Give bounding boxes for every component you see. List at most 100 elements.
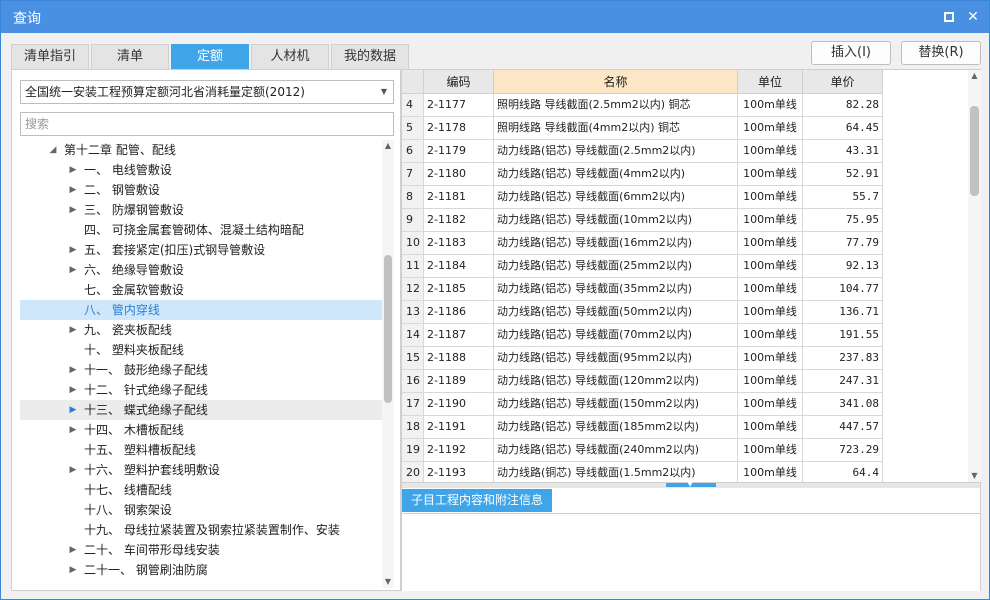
row-index[interactable]: 13 [402,301,424,324]
tree-node[interactable]: ▶ 十二、 针式绝缘子配线 [20,380,382,400]
cell-name[interactable]: 动力线路(铝芯) 导线截面(2.5mm2以内) [494,140,738,163]
cell-unit[interactable]: 100m单线 [738,209,803,232]
tree-node[interactable]: ▶ 一、 电线管敷设 [20,160,382,180]
cell-code[interactable]: 2-1179 [424,140,494,163]
tree-node[interactable]: ▶ 六、 绝缘导管敷设 [20,260,382,280]
table-row[interactable]: 14 2-1187 动力线路(铝芯) 导线截面(70mm2以内) 100m单线 191.… [402,324,968,347]
cell-name[interactable]: 动力线路(铝芯) 导线截面(185mm2以内) [494,416,738,439]
tab-labor-material-machine[interactable]: 人材机 [251,44,329,69]
cell-code[interactable]: 2-1187 [424,324,494,347]
cell-price[interactable]: 82.28 [803,94,883,117]
cell-unit[interactable]: 100m单线 [738,117,803,140]
scroll-down-icon[interactable]: ▼ [968,470,981,482]
cell-code[interactable]: 2-1177 [424,94,494,117]
cell-name[interactable]: 动力线路(铝芯) 导线截面(4mm2以内) [494,163,738,186]
tree-node[interactable]: ◢ 第十二章 配管、配线 [20,140,382,160]
table-row[interactable]: 11 2-1184 动力线路(铝芯) 导线截面(25mm2以内) 100m单线 92.1… [402,255,968,278]
row-index[interactable]: 17 [402,393,424,416]
cell-unit[interactable]: 100m单线 [738,462,803,482]
cell-name[interactable]: 动力线路(铝芯) 导线截面(70mm2以内) [494,324,738,347]
row-index[interactable]: 8 [402,186,424,209]
cell-name[interactable]: 动力线路(铝芯) 导线截面(95mm2以内) [494,347,738,370]
cell-unit[interactable]: 100m单线 [738,232,803,255]
cell-name[interactable]: 动力线路(铝芯) 导线截面(35mm2以内) [494,278,738,301]
tab-quota[interactable]: 定额 [171,44,249,69]
cell-unit[interactable]: 100m单线 [738,439,803,462]
table-header-code[interactable]: 编码 [424,70,494,94]
table-row[interactable]: 12 2-1185 动力线路(铝芯) 导线截面(35mm2以内) 100m单线 104.… [402,278,968,301]
cell-price[interactable]: 104.77 [803,278,883,301]
table-row[interactable]: 4 2-1177 照明线路 导线截面(2.5mm2以内) 铜芯 100m单线 82.28 [402,94,968,117]
table-header-name[interactable]: 名称 [494,70,738,94]
cell-unit[interactable]: 100m单线 [738,186,803,209]
cell-price[interactable]: 64.4 [803,462,883,482]
row-index[interactable]: 20 [402,462,424,482]
tree-scrollbar[interactable]: ▲ ▼ [382,140,394,588]
table-row[interactable]: 7 2-1180 动力线路(铝芯) 导线截面(4mm2以内) 100m单线 52.91 [402,163,968,186]
cell-code[interactable]: 2-1186 [424,301,494,324]
cell-name[interactable]: 动力线路(铝芯) 导线截面(150mm2以内) [494,393,738,416]
cell-price[interactable]: 43.31 [803,140,883,163]
tree-node[interactable]: 四、 可挠金属套管砌体、混凝土结构暗配 [20,220,382,240]
tree-node[interactable]: ▶ 二十、 车间带形母线安装 [20,540,382,560]
cell-name[interactable]: 照明线路 导线截面(4mm2以内) 铜芯 [494,117,738,140]
expand-arrow-icon[interactable]: ▶ [68,560,78,580]
expand-arrow-icon[interactable]: ▶ [68,320,78,340]
tree-node[interactable]: 十五、 塑料槽板配线 [20,440,382,460]
tab-item-notes[interactable]: 子目工程内容和附注信息 [402,489,552,512]
row-index[interactable]: 15 [402,347,424,370]
collapse-arrow-icon[interactable]: ◢ [48,140,58,160]
table-row[interactable]: 5 2-1178 照明线路 导线截面(4mm2以内) 铜芯 100m单线 64.45 [402,117,968,140]
row-index[interactable]: 6 [402,140,424,163]
tab-bill[interactable]: 清单 [91,44,169,69]
tree-node[interactable]: ▶ 三、 防爆钢管敷设 [20,200,382,220]
row-index[interactable]: 4 [402,94,424,117]
cell-name[interactable]: 动力线路(铝芯) 导线截面(6mm2以内) [494,186,738,209]
close-icon[interactable]: ✕ [963,7,983,27]
tree-node[interactable]: 八、 管内穿线 [20,300,382,320]
tab-bill-guide[interactable]: 清单指引 [11,44,89,69]
expand-arrow-icon[interactable]: ▶ [68,380,78,400]
scroll-up-icon[interactable]: ▲ [382,140,394,152]
row-index[interactable]: 18 [402,416,424,439]
replace-button[interactable]: 替换(R) [901,41,981,65]
cell-price[interactable]: 64.45 [803,117,883,140]
row-index[interactable]: 11 [402,255,424,278]
splitter-grip[interactable]: ▼ [666,479,716,488]
cell-price[interactable]: 92.13 [803,255,883,278]
expand-arrow-icon[interactable]: ▶ [68,400,78,420]
table-scrollbar[interactable]: ▲ ▼ [968,70,981,482]
expand-arrow-icon[interactable]: ▶ [68,540,78,560]
cell-code[interactable]: 2-1190 [424,393,494,416]
cell-unit[interactable]: 100m单线 [738,416,803,439]
table-row[interactable]: 18 2-1191 动力线路(铝芯) 导线截面(185mm2以内) 100m单线 447… [402,416,968,439]
expand-arrow-icon[interactable]: ▶ [68,180,78,200]
tree-node[interactable]: ▶ 十三、 蝶式绝缘子配线 [20,400,382,420]
cell-price[interactable]: 341.08 [803,393,883,416]
cell-price[interactable]: 55.7 [803,186,883,209]
table-row[interactable]: 6 2-1179 动力线路(铝芯) 导线截面(2.5mm2以内) 100m单线 43.3… [402,140,968,163]
cell-code[interactable]: 2-1184 [424,255,494,278]
row-index[interactable]: 14 [402,324,424,347]
scroll-thumb[interactable] [384,255,392,403]
cell-name[interactable]: 动力线路(铝芯) 导线截面(25mm2以内) [494,255,738,278]
tree-node[interactable]: ▶ 十一、 鼓形绝缘子配线 [20,360,382,380]
table-row[interactable]: 13 2-1186 动力线路(铝芯) 导线截面(50mm2以内) 100m单线 136.… [402,301,968,324]
search-input[interactable]: 搜索 [20,112,394,136]
row-index[interactable]: 16 [402,370,424,393]
row-index[interactable]: 10 [402,232,424,255]
expand-arrow-icon[interactable]: ▶ [68,160,78,180]
cell-price[interactable]: 75.95 [803,209,883,232]
table-row[interactable]: 20 2-1193 动力线路(铜芯) 导线截面(1.5mm2以内) 100m单线 64.… [402,462,968,482]
tree-node[interactable]: ▶ 二十一、 钢管刷油防腐 [20,560,382,580]
cell-unit[interactable]: 100m单线 [738,301,803,324]
table-row[interactable]: 8 2-1181 动力线路(铝芯) 导线截面(6mm2以内) 100m单线 55.7 [402,186,968,209]
table-row[interactable]: 15 2-1188 动力线路(铝芯) 导线截面(95mm2以内) 100m单线 237.… [402,347,968,370]
cell-price[interactable]: 247.31 [803,370,883,393]
expand-arrow-icon[interactable]: ▶ [68,200,78,220]
cell-price[interactable]: 237.83 [803,347,883,370]
row-index[interactable]: 5 [402,117,424,140]
cell-code[interactable]: 2-1185 [424,278,494,301]
cell-unit[interactable]: 100m单线 [738,347,803,370]
cell-name[interactable]: 动力线路(铝芯) 导线截面(16mm2以内) [494,232,738,255]
